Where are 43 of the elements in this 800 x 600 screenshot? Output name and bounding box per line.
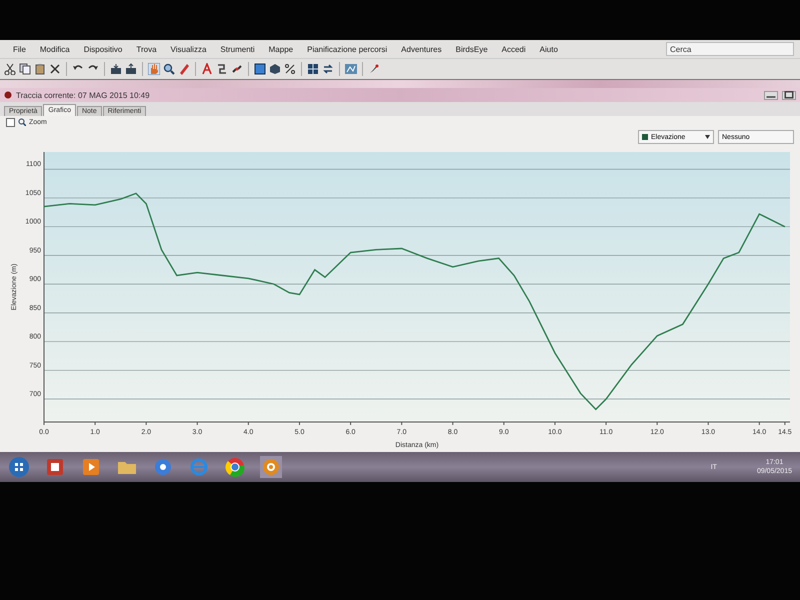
play-icon[interactable] [80, 456, 102, 478]
menu-item[interactable]: BirdsEye [448, 44, 495, 54]
square-icon[interactable] [254, 63, 266, 75]
document-title: Traccia corrente: 07 MAG 2015 10:49 [16, 90, 150, 100]
start-orb-icon[interactable] [8, 456, 30, 478]
arrows-icon[interactable] [322, 63, 334, 75]
app-icon[interactable] [44, 456, 66, 478]
grid-icon[interactable] [307, 63, 319, 75]
menu-item[interactable]: Adventures [394, 44, 449, 54]
menu-item[interactable]: Aiuto [532, 44, 565, 54]
search-field[interactable]: Cerca [666, 42, 794, 56]
map-icon[interactable] [345, 63, 357, 75]
percent-icon[interactable] [284, 63, 296, 75]
minimize-button[interactable] [764, 90, 778, 100]
scissors-icon[interactable] [4, 63, 16, 75]
target-icon[interactable] [260, 456, 282, 478]
menu-item[interactable]: Visualizza [164, 44, 214, 54]
magnifier-icon[interactable] [163, 63, 175, 75]
circle-icon [4, 91, 12, 99]
app-icon[interactable] [152, 456, 174, 478]
menu-item[interactable]: Trova [129, 44, 164, 54]
menu-item[interactable]: Accedi [494, 44, 533, 54]
copy-icon[interactable] [19, 63, 31, 75]
browser-circle-icon[interactable] [224, 456, 246, 478]
caret-icon [705, 135, 710, 139]
menu-item[interactable]: Pianificazione percorsi [300, 44, 394, 54]
device-icon[interactable] [110, 63, 122, 75]
clipboard-icon[interactable] [34, 63, 46, 75]
route-icon[interactable] [216, 63, 228, 75]
ruler-icon[interactable] [178, 63, 190, 75]
checkbox[interactable] [6, 118, 15, 126]
menu-item[interactable]: Dispositivo [76, 44, 130, 54]
restore-button[interactable] [782, 90, 796, 100]
restore-icon [783, 91, 795, 99]
magnifier-icon [18, 118, 26, 126]
letter-a-icon[interactable] [201, 63, 213, 75]
close-icon[interactable] [49, 63, 61, 75]
cube-icon[interactable] [269, 63, 281, 75]
menu-item[interactable]: Strumenti [213, 44, 262, 54]
device-icon[interactable] [125, 63, 137, 75]
menu-item[interactable]: File [6, 44, 33, 54]
menu-item[interactable]: Modifica [32, 44, 77, 54]
menu-item[interactable]: Mappe [262, 44, 300, 54]
